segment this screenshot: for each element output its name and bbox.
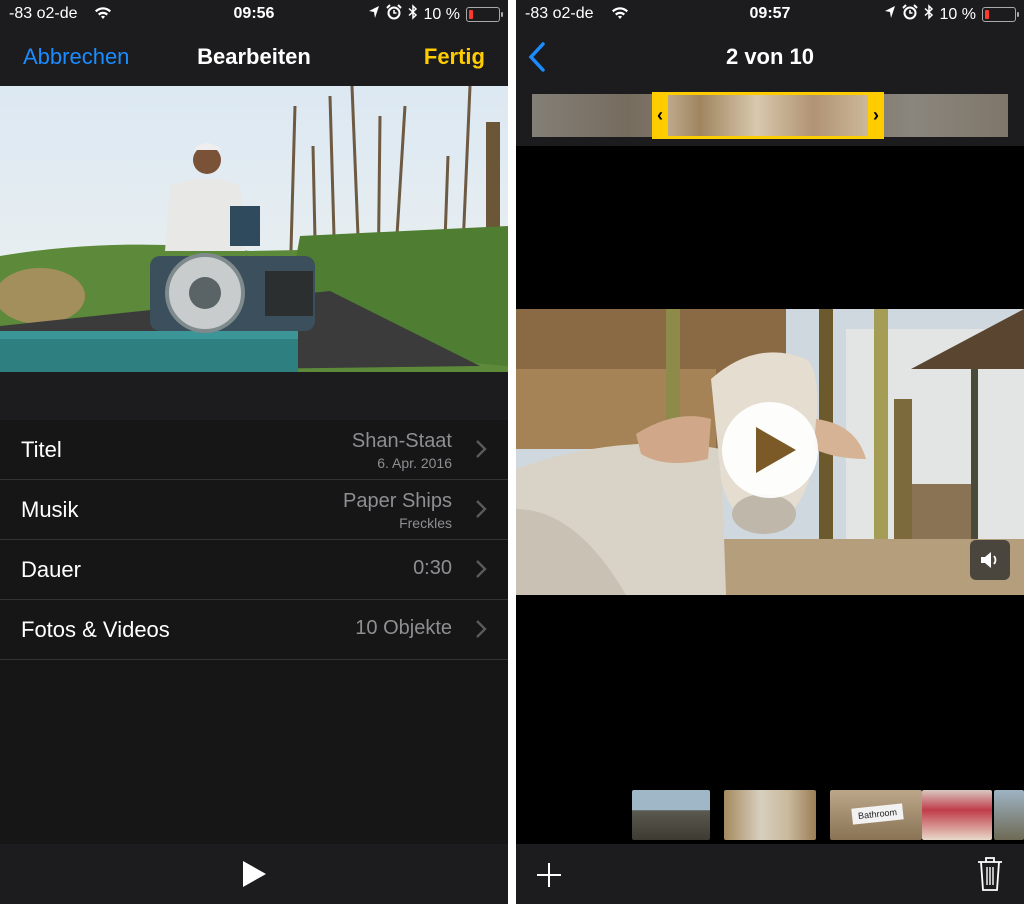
battery-icon: [982, 7, 1019, 22]
duration-row[interactable]: Dauer 0:30: [0, 540, 508, 600]
chevron-right-icon: [476, 440, 487, 458]
battery-icon: [466, 7, 503, 22]
bathroom-sign: Bathroom: [851, 803, 904, 825]
nav-bar: 2 von 10: [516, 30, 1024, 86]
chevron-right-icon: [476, 500, 487, 518]
trim-handle-end[interactable]: ›: [868, 92, 884, 139]
photos-videos-row[interactable]: Fotos & Videos 10 Objekte: [0, 600, 508, 660]
location-arrow-icon: [884, 5, 896, 24]
timeline-clip[interactable]: Bathroom: [830, 790, 922, 840]
row-label: Dauer: [21, 557, 81, 582]
bluetooth-icon: [924, 4, 934, 25]
timeline-clip-selected[interactable]: [724, 790, 816, 840]
clip-position-title: 2 von 10: [725, 44, 815, 69]
trash-icon[interactable]: [976, 856, 1004, 892]
timeline-clip[interactable]: [632, 790, 710, 840]
trim-selection[interactable]: ‹ ›: [652, 92, 884, 139]
alarm-icon: [901, 4, 918, 25]
volume-button[interactable]: [970, 540, 1010, 580]
row-label: Musik: [21, 497, 79, 522]
music-artist: Freckles: [399, 515, 452, 531]
location-arrow-icon: [368, 5, 380, 24]
project-timeline[interactable]: Bathroom: [516, 786, 1024, 844]
battery-percent: 10 %: [423, 5, 460, 23]
title-date: 6. Apr. 2016: [377, 455, 452, 471]
video-player[interactable]: [516, 309, 1024, 595]
movie-preview-photo[interactable]: [0, 86, 508, 372]
status-bar: -83 o2-de 09:57 10 %: [516, 0, 1024, 30]
play-icon: [756, 427, 796, 473]
music-title: Paper Ships: [343, 490, 452, 512]
nav-bar: Abbrechen Bearbeiten Fertig: [0, 30, 508, 86]
row-label: Titel: [21, 437, 62, 462]
clip-trimmer[interactable]: ‹ ›: [516, 86, 1024, 146]
bottom-toolbar: [0, 844, 508, 904]
speaker-icon: [981, 552, 997, 568]
timeline-clip[interactable]: [994, 790, 1024, 840]
row-label: Fotos & Videos: [21, 617, 170, 642]
music-row[interactable]: Musik Paper Ships Freckles: [0, 480, 508, 540]
bottom-toolbar: [516, 844, 1024, 904]
settings-list: Titel Shan-Staat 6. Apr. 2016 Musik Pape…: [0, 420, 508, 660]
play-button[interactable]: [722, 402, 818, 498]
bluetooth-icon: [408, 4, 418, 25]
alarm-icon: [385, 4, 402, 25]
title-row[interactable]: Titel Shan-Staat 6. Apr. 2016: [0, 420, 508, 480]
timeline-clip[interactable]: [922, 790, 992, 840]
edit-screen: -83 o2-de 09:56 10 % Abbrechen Bearbeite…: [0, 0, 508, 904]
title-value: Shan-Staat: [351, 430, 452, 452]
done-button[interactable]: Fertig: [424, 44, 485, 70]
items-count: 10 Objekte: [355, 617, 452, 639]
chevron-right-icon: [476, 620, 487, 638]
duration-value: 0:30: [413, 557, 452, 579]
status-bar: -83 o2-de 09:56 10 %: [0, 0, 508, 30]
plus-icon[interactable]: [536, 862, 562, 888]
battery-percent: 10 %: [939, 5, 976, 23]
trim-handle-start[interactable]: ‹: [652, 92, 668, 139]
play-icon[interactable]: [241, 860, 267, 888]
clip-view-screen: -83 o2-de 09:57 10 % 2 von 10 ‹ › Bathro…: [516, 0, 1024, 904]
chevron-right-icon: [476, 560, 487, 578]
